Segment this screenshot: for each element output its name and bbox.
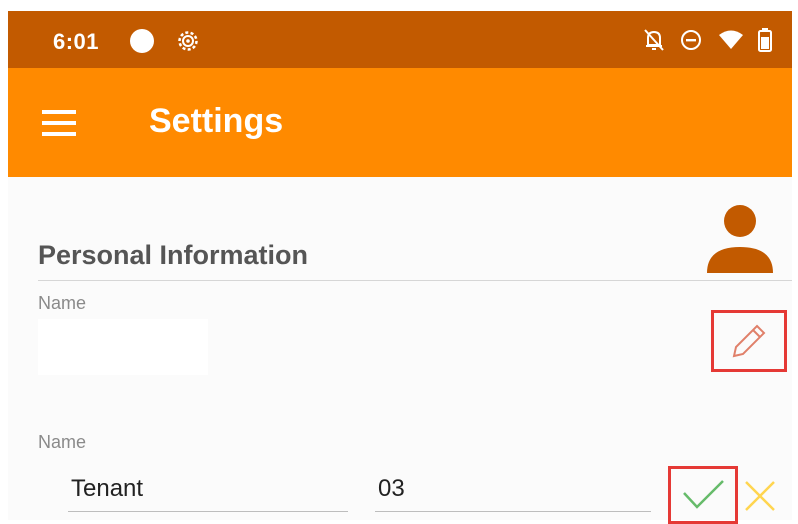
name-display-label: Name xyxy=(38,293,87,313)
confirm-name-button[interactable] xyxy=(668,466,738,524)
edit-name-button[interactable] xyxy=(711,310,787,372)
do-not-disturb-icon xyxy=(681,30,702,50)
first-name-field[interactable]: Tenant xyxy=(68,469,348,512)
hamburger-menu-icon[interactable] xyxy=(42,110,76,136)
status-icons xyxy=(633,28,772,54)
check-icon xyxy=(683,480,724,509)
person-icon xyxy=(707,205,773,273)
settings-content: Personal Information Name Name Tenant 03 xyxy=(8,177,792,524)
last-name-value: 03 xyxy=(378,475,405,502)
page-title: Settings xyxy=(149,102,284,140)
last-name-field[interactable]: 03 xyxy=(375,469,651,512)
close-icon[interactable] xyxy=(743,479,777,513)
name-edit-label: Name xyxy=(38,432,87,452)
battery-icon xyxy=(758,28,772,52)
wifi-icon xyxy=(718,30,743,49)
record-dot-icon xyxy=(130,29,154,53)
name-display-value xyxy=(38,319,208,375)
first-name-value: Tenant xyxy=(71,475,144,502)
section-divider xyxy=(38,280,792,281)
app-bar: Settings xyxy=(8,68,792,177)
pencil-icon xyxy=(732,324,766,358)
section-title: Personal Information xyxy=(38,240,309,270)
status-time: 6:01 xyxy=(53,29,100,54)
gear-icon xyxy=(178,31,198,51)
notifications-off-icon xyxy=(643,29,664,51)
status-bar: 6:01 xyxy=(8,11,792,68)
